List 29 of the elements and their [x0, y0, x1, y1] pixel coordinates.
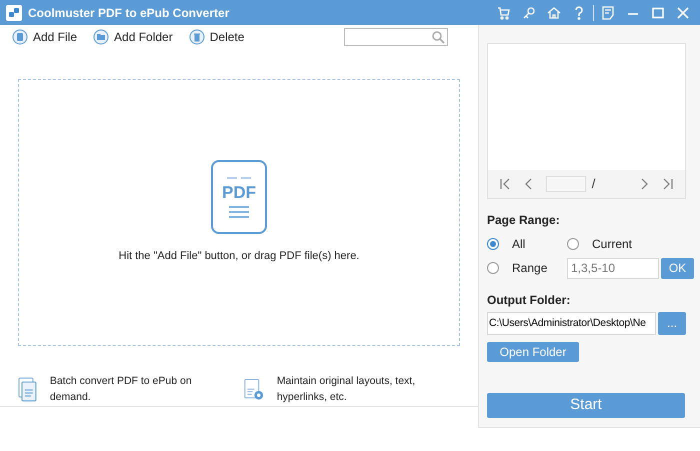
trash-icon [188, 29, 205, 46]
app-logo-icon [6, 4, 22, 20]
page-separator: / [592, 174, 596, 193]
radio-option[interactable]: Range [487, 259, 567, 278]
drop-hint-text: Hit the "Add File" button, or drag PDF file(s) here. [118, 249, 360, 264]
document-stack-icon [18, 376, 38, 403]
output-folder-label: Output Folder: [487, 292, 572, 309]
output-path-field[interactable]: C:\Users\Administrator\Desktop\Ne [487, 312, 656, 335]
range-field[interactable]: 1,3,5-10 [567, 258, 659, 279]
pdf-document-icon: PDF [211, 160, 267, 234]
last-page-icon[interactable] [663, 178, 674, 190]
feature-text: Maintain original layouts, text, hyperlinks, etc. [276, 374, 416, 405]
page-number-field[interactable] [546, 176, 586, 192]
previous-page-icon[interactable] [524, 178, 532, 190]
drop-zone[interactable]: PDF Hit the "Add File" button, or drag PDF file(s) here. [18, 79, 460, 346]
delete-button[interactable]: Delete [188, 28, 244, 46]
add-file-icon [12, 29, 28, 46]
feature-text: Batch convert PDF to ePub on demand. [50, 374, 193, 405]
next-page-icon[interactable] [641, 178, 650, 190]
add-file-button[interactable]: Add File [12, 28, 78, 46]
radio-option[interactable]: Current [567, 234, 694, 253]
window-title: Coolmuster PDF to ePub Converter [28, 4, 230, 22]
page-range-label: Page Range: [487, 212, 561, 229]
search-icon [432, 31, 445, 44]
add-folder-button[interactable]: Add Folder [93, 28, 173, 46]
first-page-icon[interactable] [500, 178, 510, 190]
add-folder-icon [93, 29, 110, 46]
search-field[interactable] [344, 28, 448, 46]
radio-option[interactable]: All [487, 234, 567, 253]
